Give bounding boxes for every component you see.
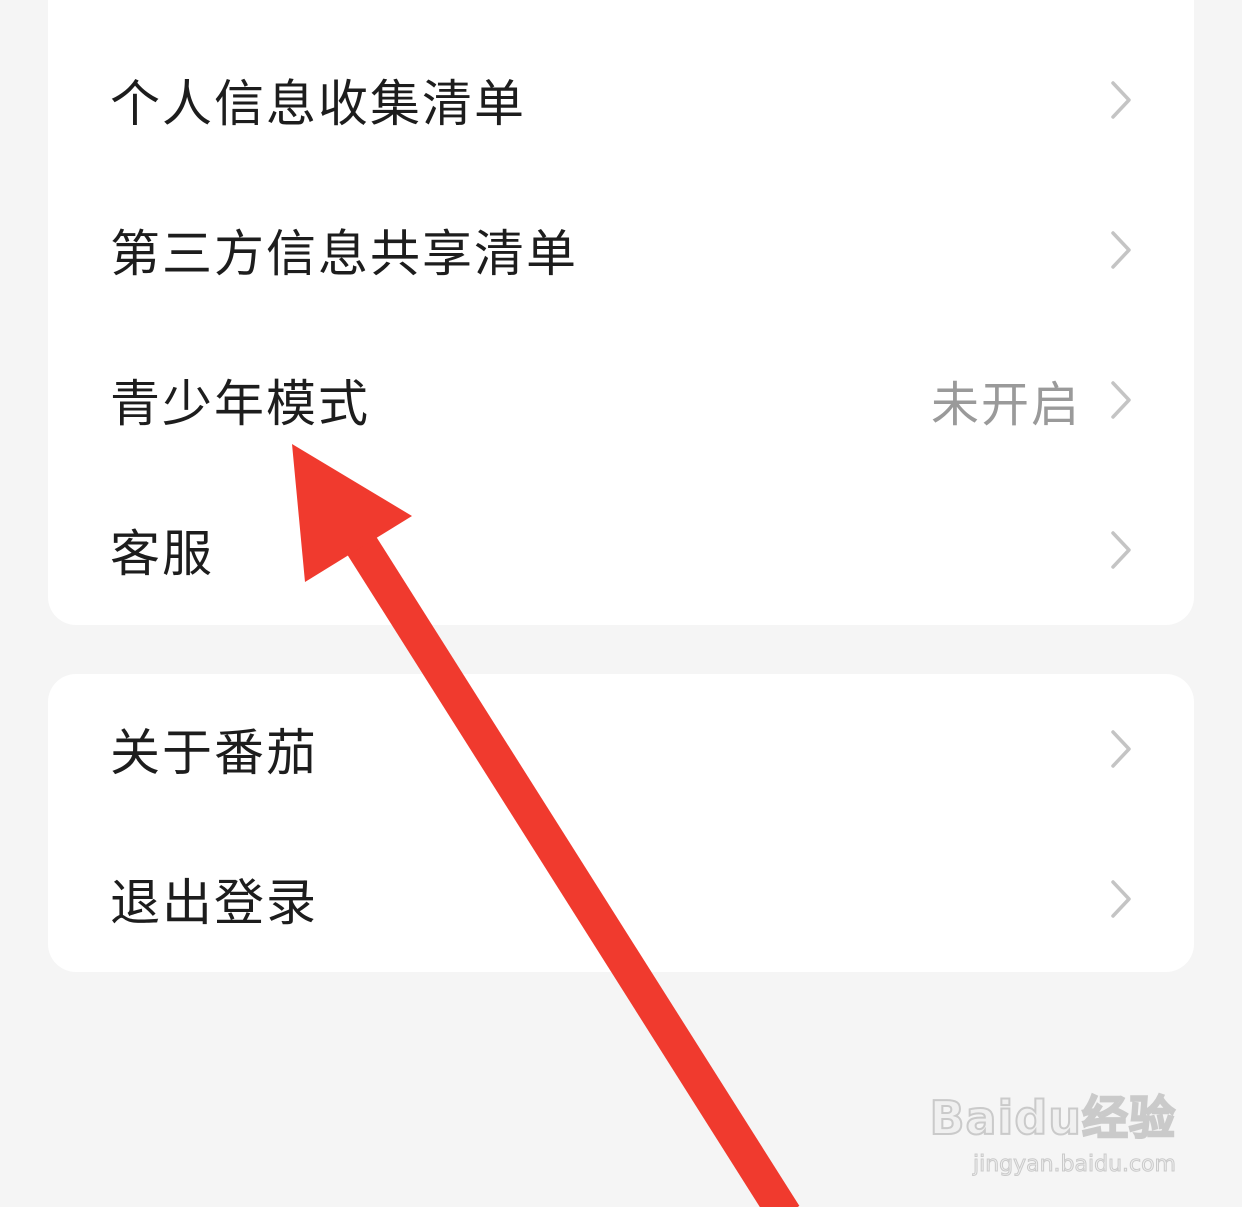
menu-item-label: 个人信息收集清单 [110,75,526,133]
menu-item-label: 退出登录 [110,874,318,932]
chevron-right-icon [1110,380,1132,420]
menu-item-customer-service[interactable]: 客服 [48,475,1194,625]
settings-card-2: 关于番茄 退出登录 [48,674,1194,972]
menu-item-logout[interactable]: 退出登录 [48,824,1194,972]
chevron-right-icon [1110,879,1132,919]
chevron-right-icon [1110,530,1132,570]
menu-item-teen-mode[interactable]: 青少年模式 未开启 [48,325,1194,475]
teen-mode-status: 未开启 [930,377,1081,433]
menu-item-label: 客服 [110,525,214,583]
chevron-right-icon [1110,230,1132,270]
settings-card-1: 个人信息收集清单 第三方信息共享清单 青少年模式 未开启 客服 [48,0,1194,625]
chevron-right-icon [1110,729,1132,769]
menu-item-third-party-sharing-list[interactable]: 第三方信息共享清单 [48,175,1194,325]
menu-item-personal-info-list[interactable]: 个人信息收集清单 [48,25,1194,175]
menu-item-about[interactable]: 关于番茄 [48,674,1194,824]
watermark-url: jingyan.baidu.com [972,1152,1176,1178]
watermark-logo: Baidu经验 [928,1090,1176,1146]
baidu-jingyan-watermark: Baidu经验 jingyan.baidu.com [928,1082,1176,1178]
chevron-right-icon [1110,80,1132,120]
menu-item-label: 第三方信息共享清单 [110,225,578,283]
menu-item-label: 关于番茄 [110,724,318,782]
menu-item-label: 青少年模式 [110,375,370,433]
